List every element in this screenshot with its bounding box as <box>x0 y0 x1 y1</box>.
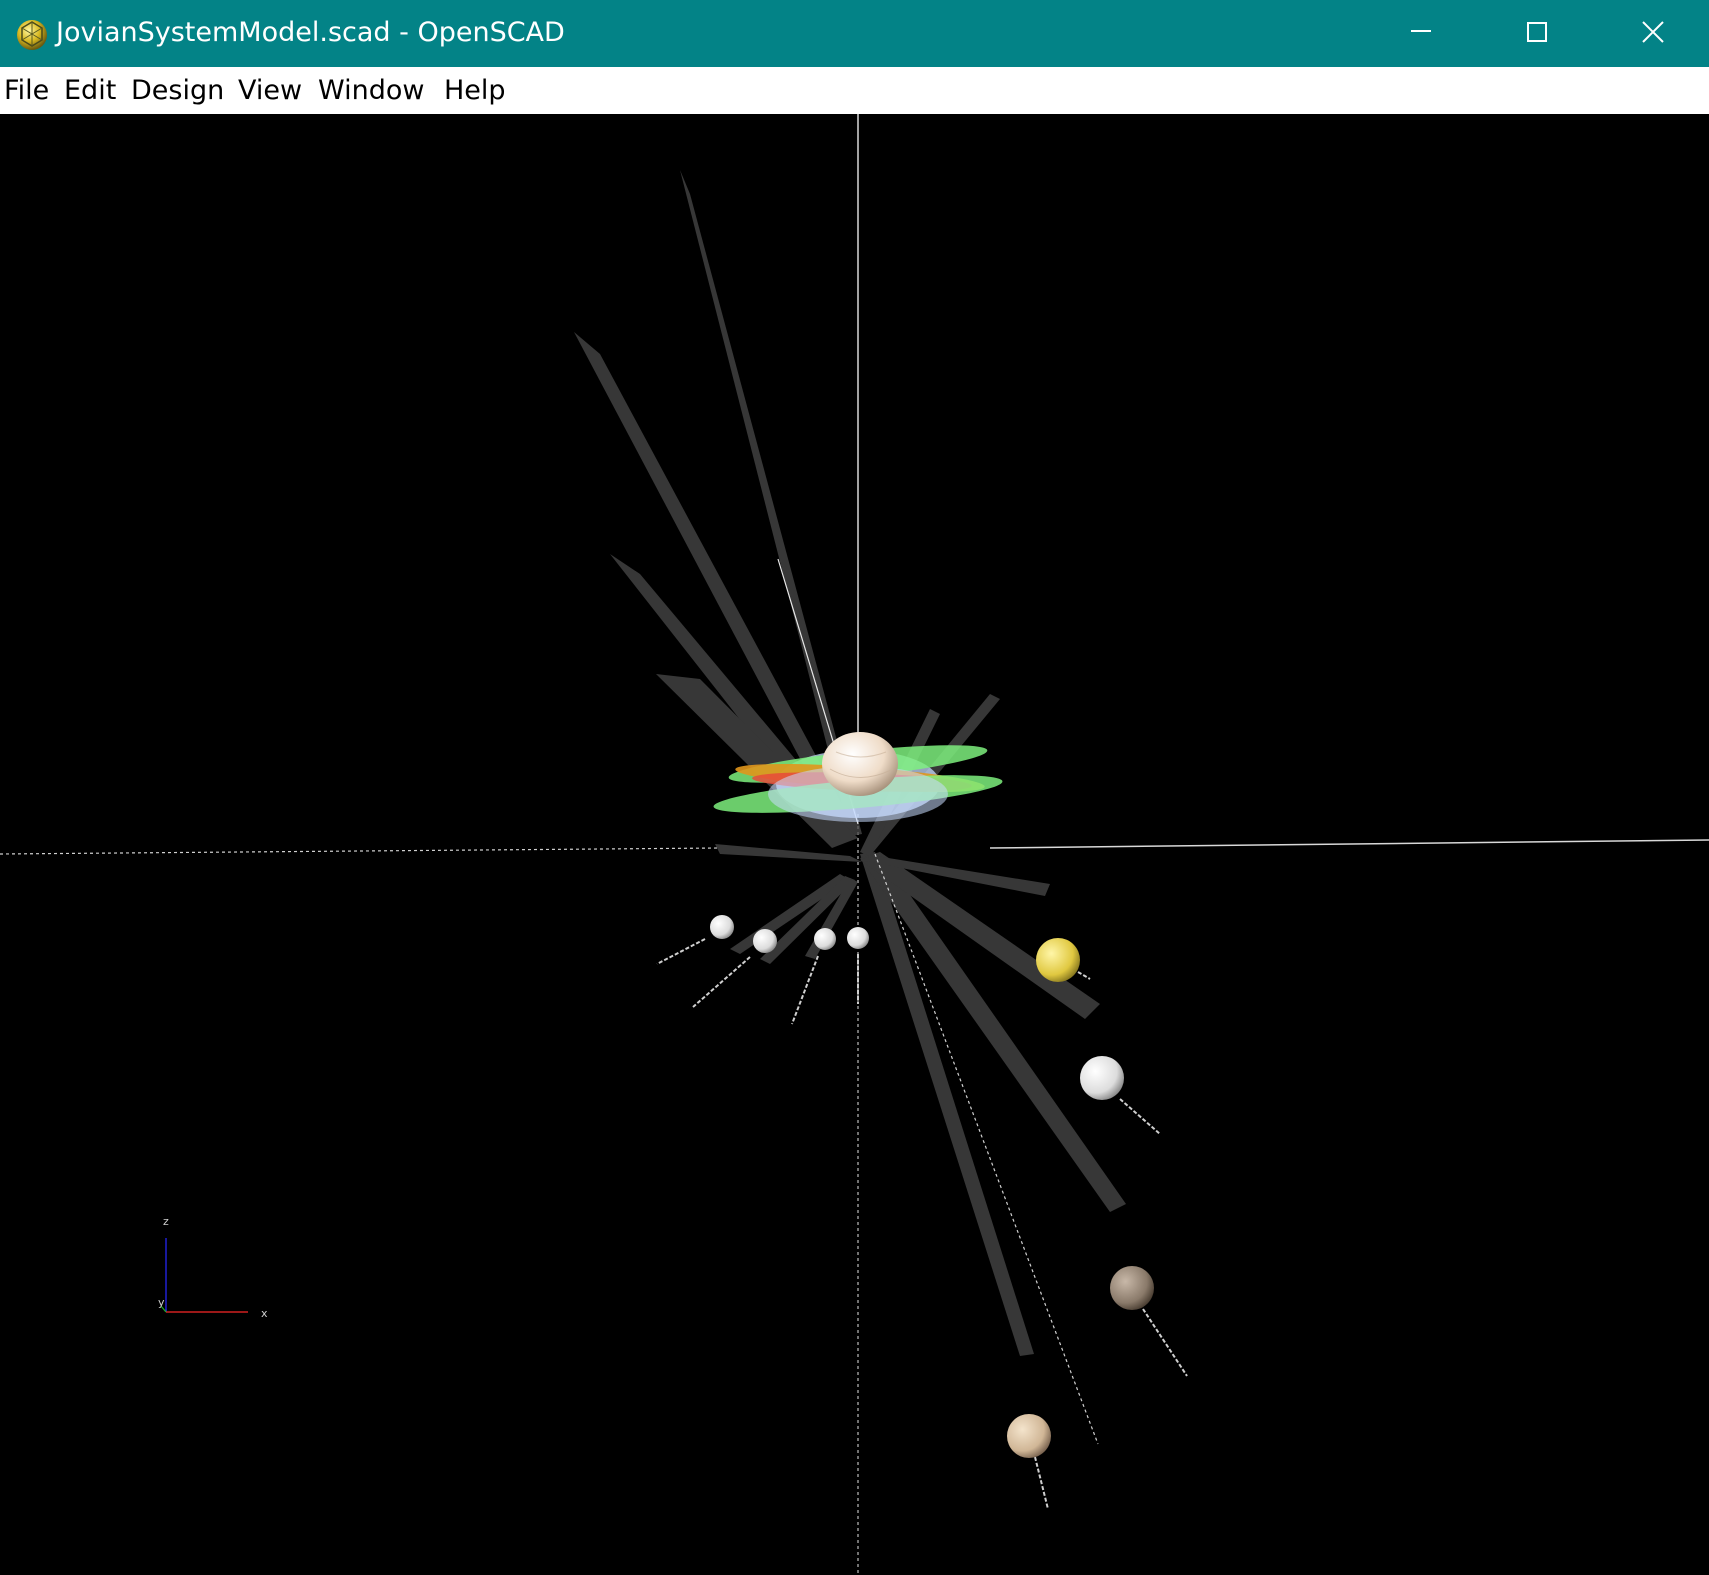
close-icon <box>1642 21 1664 43</box>
z-axis-label: z <box>163 1215 169 1228</box>
inner-moons <box>656 915 869 1025</box>
maximize-icon <box>1527 22 1547 42</box>
ganymede-moon <box>1110 1266 1154 1310</box>
maximize-button[interactable] <box>1479 0 1595 67</box>
x-axis-label: x <box>261 1307 268 1320</box>
europa-moon <box>1080 1056 1124 1100</box>
inner-moon-4 <box>847 927 869 949</box>
3d-viewport[interactable]: z x y <box>0 114 1709 1575</box>
inner-moon-1 <box>710 915 734 939</box>
minimize-icon <box>1411 30 1431 32</box>
menu-window[interactable]: Window <box>318 73 424 109</box>
y-axis-label: y <box>158 1296 165 1309</box>
menu-view[interactable]: View <box>238 73 302 109</box>
inner-moon-2 <box>753 929 777 953</box>
callisto-moon <box>1007 1414 1051 1458</box>
menu-edit[interactable]: Edit <box>64 73 116 109</box>
minimize-button[interactable] <box>1363 0 1479 67</box>
render-canvas: z x y <box>0 114 1709 1575</box>
window-title: JovianSystemModel.scad - OpenSCAD <box>56 17 565 48</box>
inner-moon-3 <box>814 928 836 950</box>
title-bar[interactable]: JovianSystemModel.scad - OpenSCAD <box>0 0 1709 67</box>
io-moon <box>1036 938 1080 982</box>
axis-lines <box>0 114 1709 1575</box>
jupiter-sphere <box>822 732 898 796</box>
menu-design[interactable]: Design <box>131 73 224 109</box>
axes-indicator: z x y <box>158 1215 268 1320</box>
openscad-logo-icon <box>17 20 47 50</box>
galilean-moons <box>1007 938 1188 1510</box>
menu-bar: File Edit Design View Window Help <box>0 67 1709 115</box>
openscad-window: JovianSystemModel.scad - OpenSCAD File E… <box>0 0 1709 1575</box>
menu-file[interactable]: File <box>4 73 49 109</box>
close-button[interactable] <box>1595 0 1709 67</box>
menu-help[interactable]: Help <box>444 73 506 109</box>
